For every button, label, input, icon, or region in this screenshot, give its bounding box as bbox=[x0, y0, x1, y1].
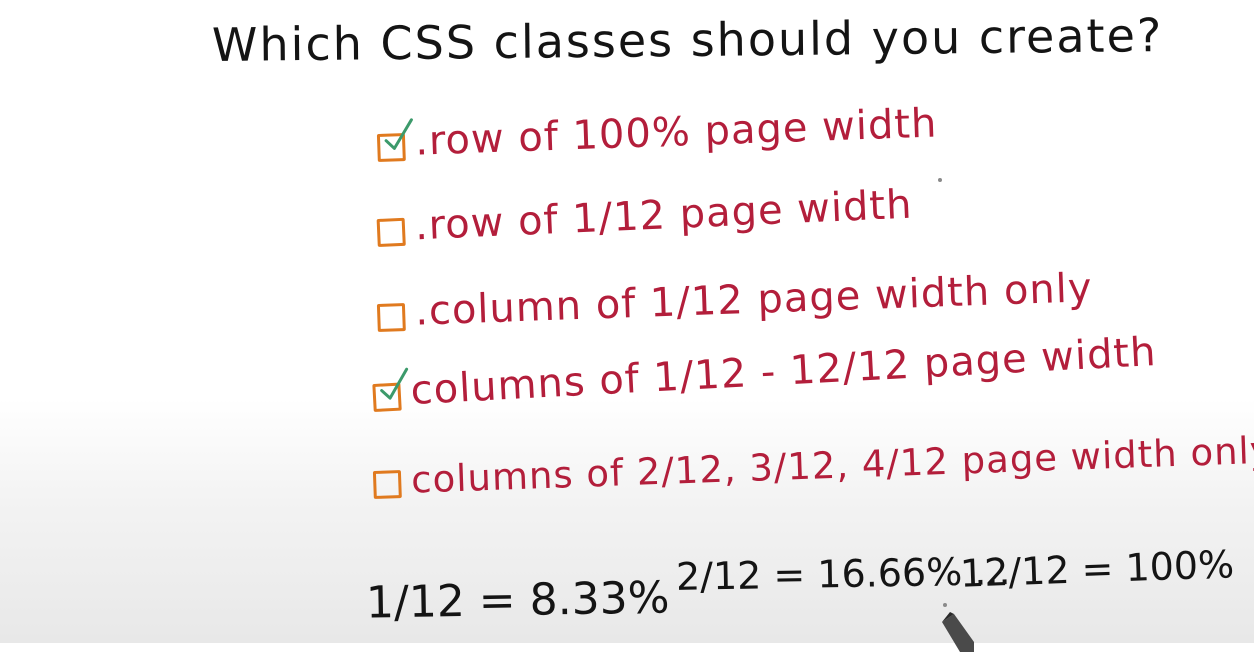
checkbox-icon bbox=[376, 217, 406, 248]
checkbox-icon bbox=[372, 470, 402, 500]
formula-one-twelfth: 1/12 = 8.33% bbox=[365, 572, 670, 629]
checkbox-icon bbox=[376, 118, 413, 163]
option-5-text: columns of 2/12, 3/12, 4/12 page width o… bbox=[410, 428, 1254, 502]
formula-twelve-twelfths: 12/12 = 100% bbox=[959, 542, 1235, 596]
question-title: Which CSS classes should you create? bbox=[211, 8, 1164, 72]
option-1: .row of 100% page width bbox=[376, 100, 938, 166]
option-2: .row of 1/12 page width bbox=[376, 182, 913, 251]
option-4-text: columns of 1/12 - 12/12 page width bbox=[409, 328, 1158, 415]
ink-dot bbox=[938, 178, 942, 182]
check-icon bbox=[384, 118, 413, 150]
option-3-text: .column of 1/12 page width only bbox=[414, 265, 1094, 335]
checkbox-icon bbox=[372, 367, 409, 413]
option-2-text: .row of 1/12 page width bbox=[413, 181, 914, 250]
checkbox-icon bbox=[376, 303, 406, 333]
option-5: columns of 2/12, 3/12, 4/12 page width o… bbox=[372, 429, 1254, 503]
option-1-text: .row of 100% page width bbox=[414, 100, 939, 165]
pen-tip-icon bbox=[942, 612, 974, 652]
option-4: columns of 1/12 - 12/12 page width bbox=[372, 329, 1158, 416]
check-icon bbox=[380, 367, 409, 400]
whiteboard: Which CSS classes should you create? .ro… bbox=[0, 0, 1254, 652]
option-3: .column of 1/12 page width only bbox=[376, 265, 1093, 336]
ink-dot bbox=[943, 603, 947, 607]
